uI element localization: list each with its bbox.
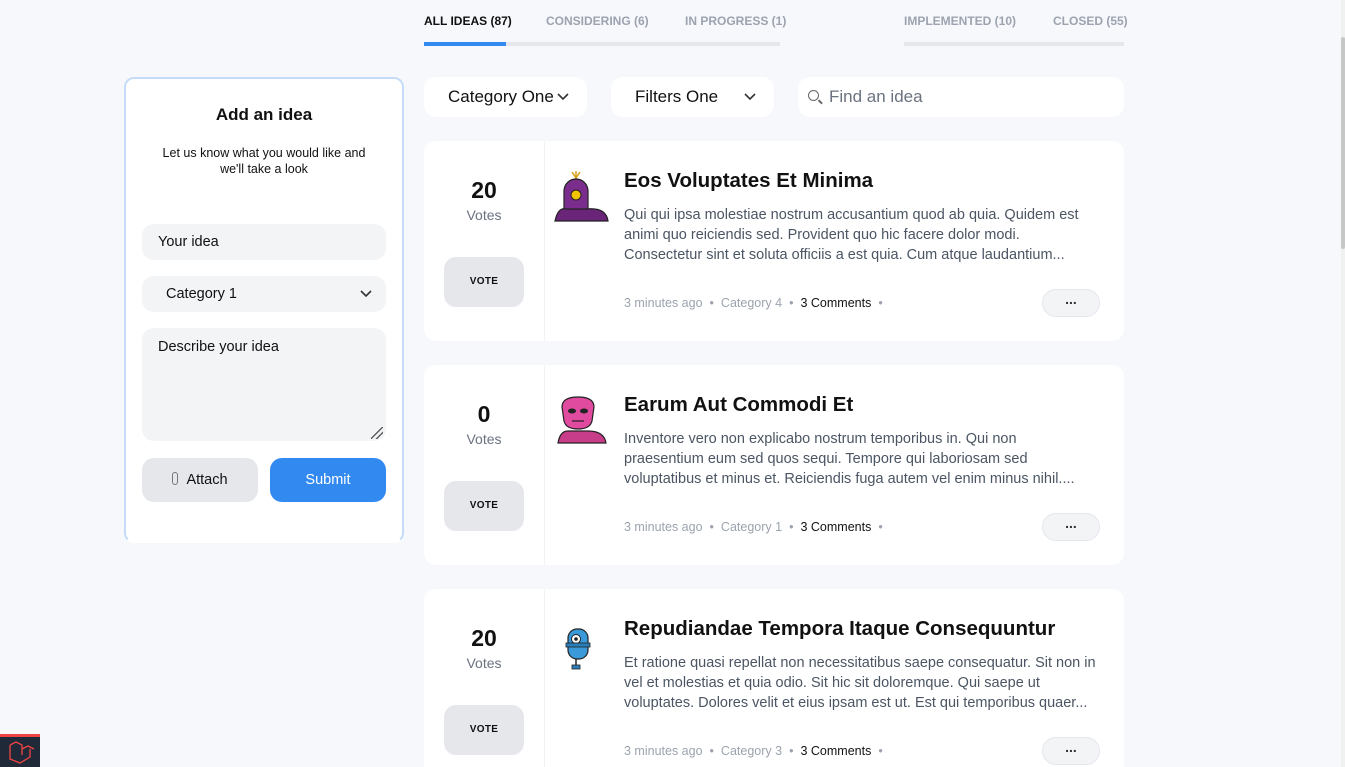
add-idea-card: Add an idea Let us know what you would l… — [124, 77, 404, 543]
laravel-logo-icon[interactable] — [0, 734, 40, 767]
idea-card[interactable]: 20 Votes VOTE Repudiandae Tempora Itaque… — [424, 589, 1124, 767]
idea-category: Category 3 — [720, 744, 783, 758]
idea-category: Category 1 — [720, 520, 783, 534]
vote-count: 20 — [471, 177, 497, 203]
vote-button[interactable]: VOTE — [444, 257, 524, 307]
submit-button[interactable]: Submit — [270, 458, 386, 502]
tab-considering[interactable]: CONSIDERING (6) — [506, 14, 650, 46]
vote-column: 20 Votes VOTE — [424, 141, 545, 341]
resize-handle-icon[interactable] — [371, 427, 383, 439]
more-options-button[interactable]: ... — [1042, 513, 1100, 541]
avatar[interactable] — [554, 169, 610, 225]
idea-comments[interactable]: 3 Comments — [800, 520, 871, 534]
add-idea-subtitle: Let us know what you would like and we'l… — [162, 146, 366, 176]
vote-button[interactable]: VOTE — [444, 481, 524, 531]
idea-time: 3 minutes ago — [624, 520, 703, 534]
idea-description: Inventore vero non explicabo nostrum tem… — [624, 431, 1075, 487]
page-scrollbar[interactable] — [1341, 0, 1345, 767]
description-placeholder: Describe your idea — [158, 339, 279, 355]
vote-button[interactable]: VOTE — [444, 705, 524, 755]
status-tabs: ALL IDEAS (87) CONSIDERING (6) IN PROGRE… — [424, 0, 1128, 46]
idea-title[interactable]: Eos Voluptates Et Minima — [624, 169, 873, 193]
scrollbar-thumb[interactable] — [1341, 37, 1345, 249]
idea-time: 3 minutes ago — [624, 744, 703, 758]
vote-column: 20 Votes VOTE — [424, 589, 545, 767]
idea-comments[interactable]: 3 Comments — [800, 296, 871, 310]
tab-all-ideas[interactable]: ALL IDEAS (87) — [424, 14, 512, 46]
vote-count: 0 — [477, 401, 491, 427]
more-options-button[interactable]: ... — [1042, 737, 1100, 765]
idea-description: Qui qui ipsa molestiae nostrum accusanti… — [624, 207, 1079, 263]
idea-comments[interactable]: 3 Comments — [800, 744, 871, 758]
idea-title-input[interactable]: Your idea — [142, 224, 386, 260]
idea-meta: 3 minutes ago • Category 1 • 3 Comments • — [624, 520, 883, 534]
more-options-button[interactable]: ... — [1042, 289, 1100, 317]
search-input[interactable] — [829, 77, 1109, 117]
description-textarea[interactable]: Describe your idea — [142, 328, 386, 441]
idea-description: Et ratione quasi repellat non necessitat… — [624, 655, 1096, 711]
add-idea-title: Add an idea — [215, 105, 313, 124]
idea-time: 3 minutes ago — [624, 296, 703, 310]
vote-count: 20 — [471, 625, 497, 651]
attach-button[interactable]: Attach — [142, 458, 258, 502]
category-filter-value: Category One — [448, 87, 554, 106]
search-box — [798, 77, 1124, 117]
chevron-down-icon — [360, 276, 372, 312]
idea-card[interactable]: 0 Votes VOTE Earum Aut Commodi Et Invent… — [424, 365, 1124, 565]
chevron-down-icon — [744, 77, 756, 117]
tab-closed[interactable]: CLOSED (55) — [1014, 14, 1128, 46]
category-select[interactable]: Category 1 — [142, 276, 386, 312]
chevron-down-icon — [557, 77, 569, 117]
other-filter[interactable]: Filters One — [611, 77, 774, 117]
search-icon — [808, 90, 819, 101]
avatar[interactable] — [554, 617, 610, 673]
idea-title[interactable]: Repudiandae Tempora Itaque Consequuntur — [624, 617, 1055, 641]
idea-meta: 3 minutes ago • Category 3 • 3 Comments • — [624, 744, 883, 758]
category-select-value: Category 1 — [166, 286, 237, 302]
vote-column: 0 Votes VOTE — [424, 365, 545, 565]
other-filter-value: Filters One — [635, 87, 719, 106]
idea-card[interactable]: 20 Votes VOTE Eos Voluptates Et Minima Q… — [424, 141, 1124, 341]
votes-label: Votes — [466, 207, 502, 223]
avatar[interactable] — [554, 393, 610, 449]
idea-title[interactable]: Earum Aut Commodi Et — [624, 393, 853, 417]
votes-label: Votes — [466, 431, 502, 447]
tab-implemented[interactable]: IMPLEMENTED (10) — [904, 14, 1016, 46]
tab-in-progress[interactable]: IN PROGRESS (1) — [650, 14, 786, 46]
votes-label: Votes — [466, 655, 502, 671]
paperclip-icon — [172, 472, 179, 485]
category-filter[interactable]: Category One — [424, 77, 587, 117]
idea-meta: 3 minutes ago • Category 4 • 3 Comments • — [624, 296, 883, 310]
idea-category: Category 4 — [720, 296, 783, 310]
